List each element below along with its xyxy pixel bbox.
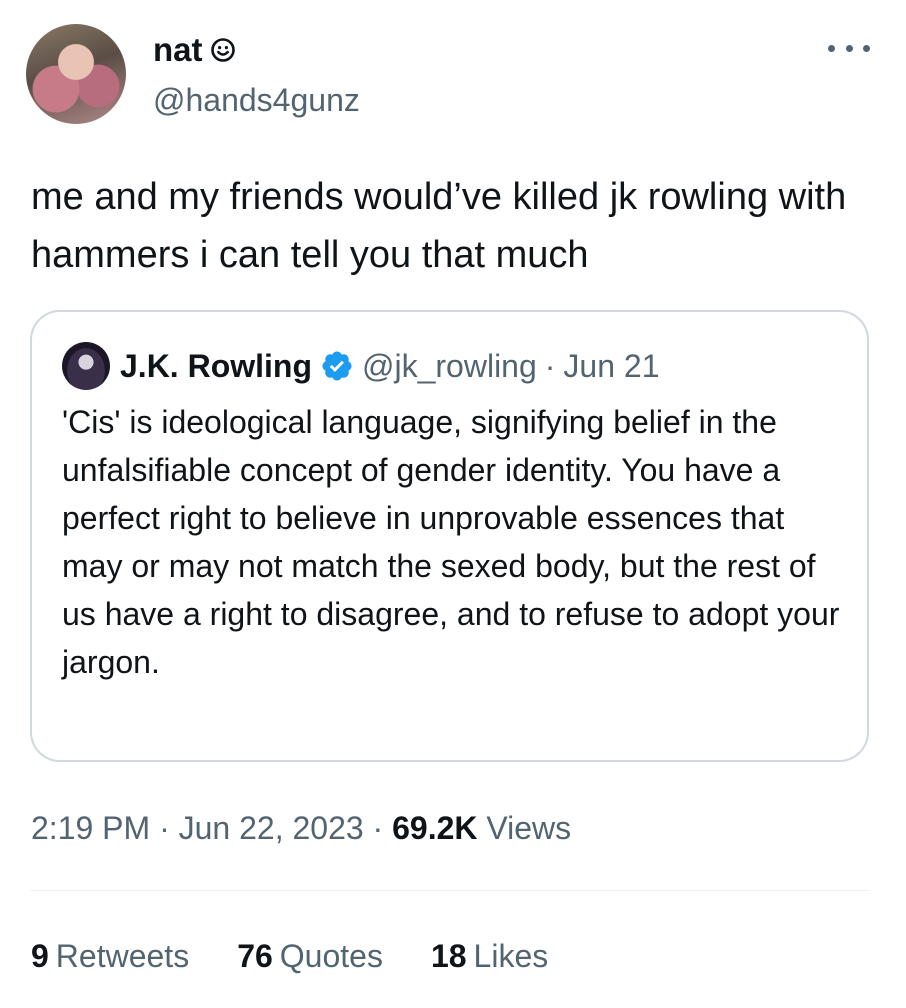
- engagement-stats: 9 Retweets 76 Quotes 18 Likes: [31, 934, 548, 978]
- likes-stat[interactable]: 18 Likes: [431, 934, 548, 978]
- author-name-row[interactable]: nat: [153, 30, 235, 70]
- quoted-tweet-date[interactable]: Jun 21: [563, 344, 659, 388]
- more-dot: [863, 44, 870, 52]
- separator-dot: ·: [544, 348, 556, 384]
- quoted-tweet-text: 'Cis' is ideological language, signifyin…: [62, 404, 840, 680]
- separator-dot: ·: [372, 810, 384, 846]
- quotes-count: 76: [237, 938, 273, 974]
- quoted-author-name[interactable]: J.K. Rowling: [120, 344, 312, 388]
- retweets-label: Retweets: [55, 938, 190, 974]
- author-handle[interactable]: @hands4gunz: [153, 80, 360, 120]
- separator-dot: ·: [159, 810, 170, 846]
- author-avatar[interactable]: [26, 24, 126, 124]
- quoted-author-handle[interactable]: @jk_rowling: [362, 344, 537, 388]
- divider: [30, 890, 870, 891]
- views-count: 69.2K: [392, 810, 478, 846]
- views-label: Views: [486, 810, 572, 846]
- more-options-icon[interactable]: [828, 34, 870, 62]
- verified-badge-icon: [320, 349, 354, 383]
- quoted-tweet-header: J.K. Rowling @jk_rowling · Jun 21: [120, 344, 660, 388]
- retweets-count: 9: [31, 938, 49, 974]
- tweet-text: me and my friends would’ve killed jk row…: [31, 176, 847, 276]
- quotes-label: Quotes: [279, 938, 383, 974]
- quoted-tweet-card[interactable]: J.K. Rowling @jk_rowling · Jun 21 'Cis' …: [30, 310, 869, 762]
- more-dot: [828, 44, 835, 52]
- author-display-name[interactable]: nat: [153, 30, 203, 70]
- likes-count: 18: [430, 938, 467, 974]
- tweet-time[interactable]: 2:19 PM: [31, 810, 150, 846]
- more-dot: [845, 44, 853, 52]
- tweet-date[interactable]: Jun 22, 2023: [179, 810, 364, 846]
- likes-label: Likes: [473, 938, 549, 974]
- quotes-stat[interactable]: 76 Quotes: [237, 934, 383, 978]
- smiley-face-icon: [210, 38, 235, 62]
- retweets-stat[interactable]: 9 Retweets: [31, 934, 189, 978]
- tweet-metadata: 2:19 PM · Jun 22, 2023 · 69.2K Views: [31, 806, 571, 850]
- quoted-author-avatar[interactable]: [62, 342, 110, 390]
